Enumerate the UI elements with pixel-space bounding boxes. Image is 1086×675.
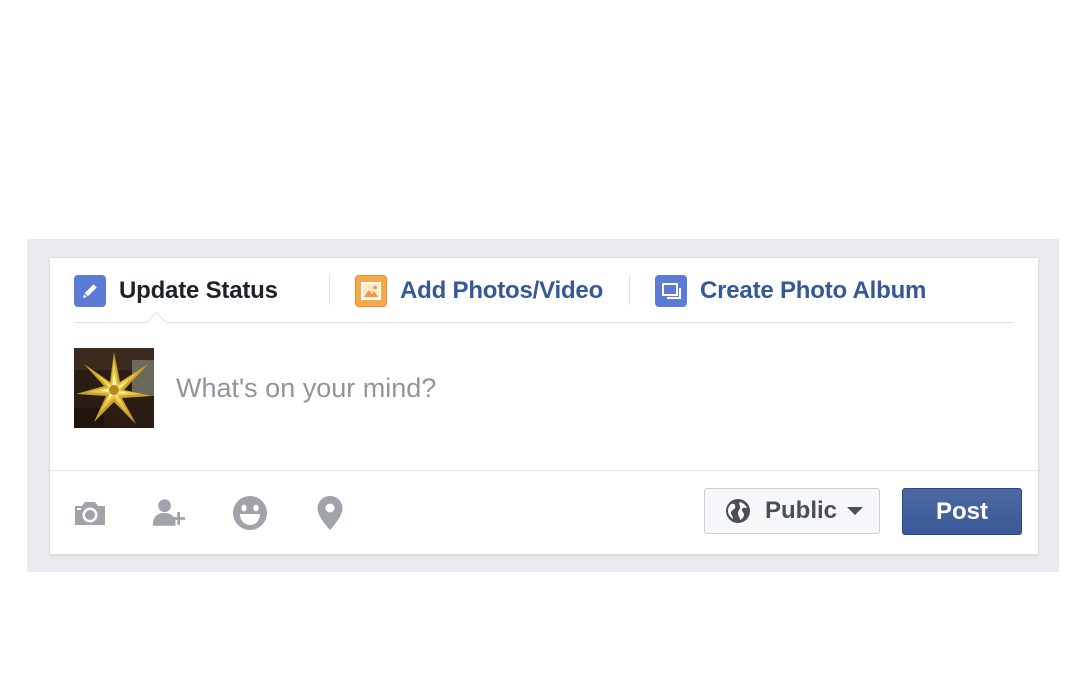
composer-tabs: Update Status Add Photos/Video Create Ph… (74, 258, 1014, 323)
status-input[interactable] (176, 366, 996, 410)
tab-add-photos-video[interactable]: Add Photos/Video (355, 275, 603, 307)
composer-footer: Public Post (50, 470, 1038, 555)
feeling-icon (233, 496, 267, 530)
tag-friends-button[interactable] (150, 493, 190, 533)
composer-frame: Update Status Add Photos/Video Create Ph… (27, 239, 1059, 572)
active-tab-caret (146, 312, 168, 323)
album-icon (655, 275, 687, 307)
globe-icon (725, 498, 751, 524)
tag-friends-icon (152, 499, 185, 526)
tab-divider (329, 275, 330, 305)
audience-label: Public (765, 497, 838, 524)
pencil-icon (74, 275, 106, 307)
tab-create-photo-album-label: Create Photo Album (700, 277, 927, 304)
status-composer: Update Status Add Photos/Video Create Ph… (49, 257, 1039, 555)
location-icon (317, 496, 343, 530)
chevron-down-icon (847, 506, 864, 516)
tab-add-photos-video-label: Add Photos/Video (400, 277, 604, 304)
tab-update-status-label: Update Status (119, 277, 278, 304)
photo-icon (355, 275, 387, 307)
post-button[interactable]: Post (902, 488, 1022, 535)
tab-create-photo-album[interactable]: Create Photo Album (655, 275, 926, 307)
location-button[interactable] (310, 493, 350, 533)
camera-button[interactable] (70, 493, 110, 533)
camera-icon (75, 502, 105, 525)
tab-update-status[interactable]: Update Status (74, 275, 278, 307)
avatar[interactable] (74, 348, 154, 428)
audience-selector[interactable]: Public (704, 488, 880, 534)
tab-divider (629, 275, 630, 305)
feeling-button[interactable] (230, 493, 270, 533)
profile-photo-gold-bow (74, 348, 154, 428)
